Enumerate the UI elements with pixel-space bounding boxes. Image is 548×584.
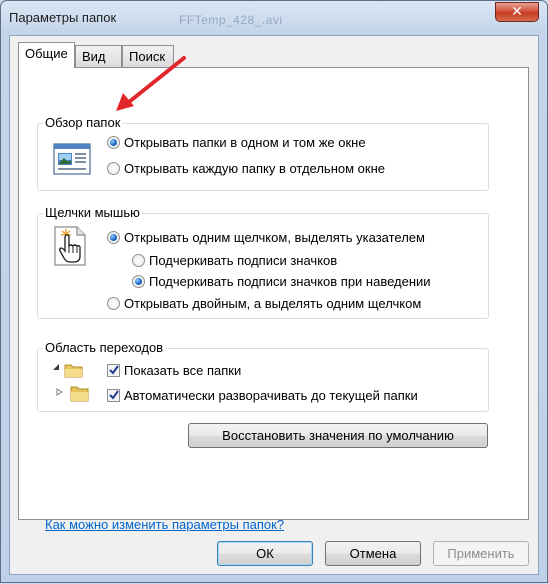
radio-underline-hover[interactable]: Подчеркивать подписи значков при наведен… xyxy=(132,272,431,290)
radio-underline-hover-label: Подчеркивать подписи значков при наведен… xyxy=(149,273,431,289)
radio-same-window-control[interactable] xyxy=(107,135,120,149)
tab-view-label: Вид xyxy=(82,49,106,64)
close-icon: ✕ xyxy=(511,4,523,20)
tree-folder-icon xyxy=(49,361,101,406)
checkmark-icon xyxy=(108,365,119,375)
radio-double-click[interactable]: Открывать двойным, а выделять одним щелч… xyxy=(107,294,421,312)
tab-general-label: Общие xyxy=(25,46,68,61)
radio-underline-always-label: Подчеркивать подписи значков xyxy=(149,252,338,268)
radio-same-window[interactable]: Открывать папки в одном и том же окне xyxy=(107,133,366,151)
navigation-pane-group-label: Область переходов xyxy=(43,340,166,355)
hand-pointer-icon xyxy=(53,225,87,270)
tab-view[interactable]: Вид xyxy=(75,45,122,67)
checkmark-icon xyxy=(108,390,119,400)
radio-same-window-label: Открывать папки в одном и том же окне xyxy=(124,134,366,150)
close-button[interactable]: ✕ xyxy=(495,2,539,22)
help-link[interactable]: Как можно изменить параметры папок? xyxy=(45,517,284,532)
folder-options-window: Параметры папок FFTemp_428_.avi ✕ Общие … xyxy=(0,0,548,583)
radio-double-click-label: Открывать двойным, а выделять одним щелч… xyxy=(124,295,422,311)
ok-label: ОК xyxy=(256,546,274,561)
window-title: Параметры папок xyxy=(9,10,117,25)
checkbox-auto-expand-control[interactable] xyxy=(107,388,120,402)
tab-search[interactable]: Поиск xyxy=(122,45,174,67)
background-window-title: FFTemp_428_.avi xyxy=(179,13,283,27)
tab-general[interactable]: Общие xyxy=(18,42,75,68)
checkbox-show-all-folders-control[interactable] xyxy=(107,363,120,377)
tab-page-general: Обзор папок Открывать папки в одном и то… xyxy=(18,67,529,532)
ok-button[interactable]: ОК xyxy=(217,541,313,566)
radio-single-click[interactable]: Открывать одним щелчком, выделять указат… xyxy=(107,228,425,246)
dialog-client: Общие Вид Поиск Обзор папок Открывать па… xyxy=(9,35,539,575)
cancel-button[interactable]: Отмена xyxy=(325,541,421,566)
cancel-label: Отмена xyxy=(349,546,397,561)
radio-separate-window-label: Открывать каждую папку в отдельном окне xyxy=(124,160,385,176)
apply-button[interactable]: Применить xyxy=(433,541,529,566)
radio-underline-always-control[interactable] xyxy=(132,253,145,267)
checkbox-auto-expand[interactable]: Автоматически разворачивать до текущей п… xyxy=(107,386,418,404)
title-bar[interactable]: Параметры папок FFTemp_428_.avi ✕ xyxy=(1,1,547,35)
tab-search-label: Поиск xyxy=(129,49,166,64)
restore-defaults-button[interactable]: Восстановить значения по умолчанию xyxy=(188,423,488,448)
radio-single-click-label: Открывать одним щелчком, выделять указат… xyxy=(124,229,425,245)
checkbox-show-all-folders[interactable]: Показать все папки xyxy=(107,361,241,379)
radio-underline-always[interactable]: Подчеркивать подписи значков xyxy=(132,251,337,269)
radio-underline-hover-control[interactable] xyxy=(132,274,145,288)
checkbox-show-all-folders-label: Показать все папки xyxy=(124,362,242,378)
radio-double-click-control[interactable] xyxy=(107,296,120,310)
mouse-clicks-group-label: Щелчки мышью xyxy=(43,205,142,220)
checkbox-auto-expand-label: Автоматически разворачивать до текущей п… xyxy=(124,387,418,403)
browse-folders-group-label: Обзор папок xyxy=(43,115,123,130)
restore-defaults-label: Восстановить значения по умолчанию xyxy=(222,428,454,443)
radio-separate-window[interactable]: Открывать каждую папку в отдельном окне xyxy=(107,159,385,177)
apply-label: Применить xyxy=(447,546,515,561)
same-window-icon xyxy=(53,143,91,178)
radio-single-click-control[interactable] xyxy=(107,230,120,244)
radio-separate-window-control[interactable] xyxy=(107,161,120,175)
